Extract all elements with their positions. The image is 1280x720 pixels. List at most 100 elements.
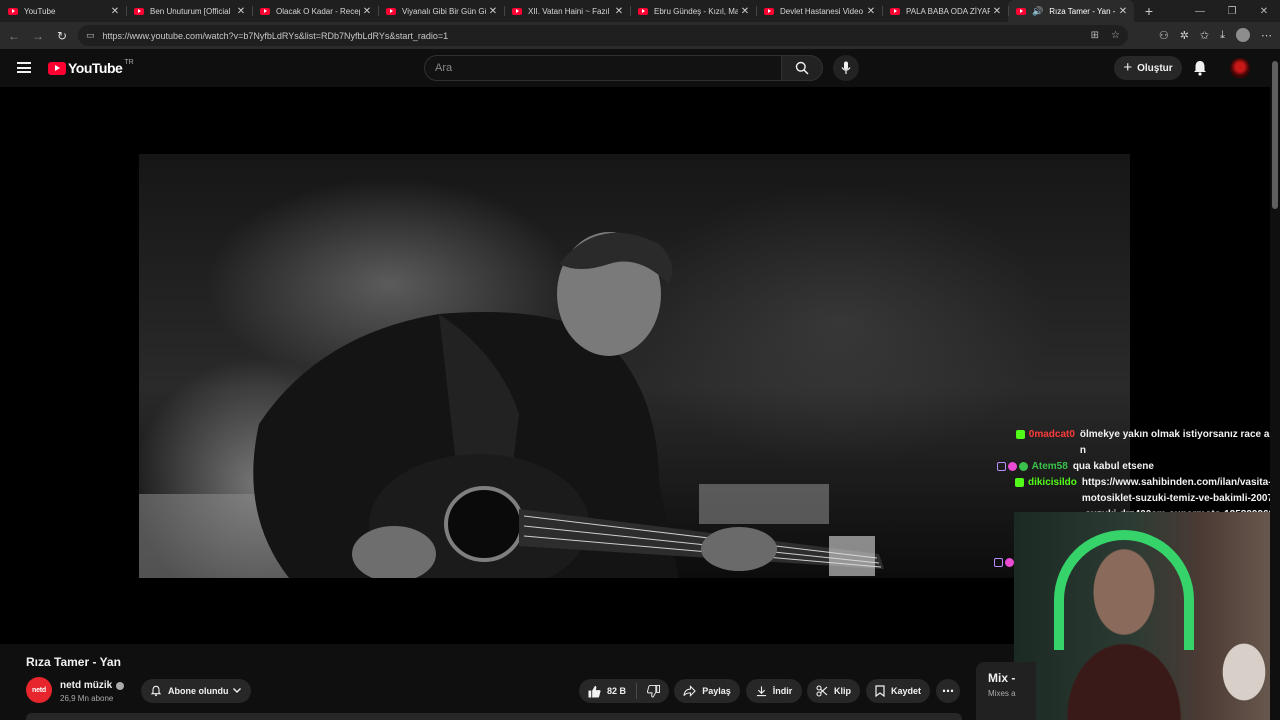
clip-label: Klip (834, 686, 851, 696)
chat-username[interactable]: 0madcat0 (1029, 427, 1075, 459)
subscribed-label: Abone olundu (168, 686, 229, 696)
browser-tab[interactable]: Ben Unuturum [Official ✕ (126, 0, 252, 22)
mix-subtitle: Mixes a (988, 689, 1016, 698)
browser-profile-avatar[interactable] (1236, 28, 1250, 42)
reload-icon[interactable]: ↻ (50, 29, 74, 43)
bookmark-icon (875, 685, 885, 697)
youtube-favicon-icon (1016, 7, 1026, 15)
tab-close-icon[interactable]: ✕ (990, 6, 1004, 17)
extensions-puzzle-icon[interactable]: ✲ (1180, 29, 1189, 42)
og-badge-icon (1018, 462, 1028, 471)
browser-tab[interactable]: YouTube ✕ (0, 0, 126, 22)
tab-close-icon[interactable]: ✕ (486, 6, 500, 17)
save-label: Kaydet (890, 686, 921, 696)
tab-close-icon[interactable]: ✕ (234, 6, 248, 17)
tab-close-icon[interactable]: ✕ (108, 6, 122, 17)
guide-menu-icon[interactable] (17, 62, 31, 73)
voice-search-button[interactable] (833, 55, 859, 81)
youtube-favicon-icon (890, 7, 900, 15)
tab-close-icon[interactable]: ✕ (612, 6, 626, 17)
speaker-icon[interactable]: 🔊 (1032, 6, 1043, 17)
channel-name[interactable]: netd müzik (60, 680, 125, 691)
site-info-icon[interactable]: ▭ (86, 30, 95, 41)
channel-name-text[interactable]: netd müzik (60, 680, 112, 691)
dislike-button[interactable] (647, 684, 660, 698)
back-icon[interactable]: ← (2, 29, 26, 43)
browser-tab[interactable]: Viyanalı Gibi Bir Gün Gü ✕ (378, 0, 504, 22)
mix-playlist-panel[interactable]: Mix - Mixes a (976, 662, 1036, 720)
browser-tab[interactable]: 🔊 Rıza Tamer - Yan - ✕ (1008, 0, 1134, 22)
tab-list: YouTube ✕ Ben Unuturum [Official ✕ Olacak O … (0, 0, 1134, 22)
browser-tab[interactable]: Olacak O Kadar - Recep ✕ (252, 0, 378, 22)
headset-shape (1054, 530, 1194, 650)
forward-icon[interactable]: → (26, 29, 50, 43)
chat-message: Atem58 qua kabul etsene (945, 459, 1275, 475)
microphone-icon (841, 61, 851, 74)
tab-title: XII. Vatan Haini ~ Fazıl (528, 6, 610, 16)
youtube-favicon-icon (638, 7, 648, 15)
more-actions-button[interactable]: ⋯ (936, 679, 960, 703)
tab-title: PALA BABA ODA ZİYAR (906, 6, 990, 16)
new-tab-button[interactable]: + (1138, 3, 1160, 19)
plus-icon: + (1123, 58, 1133, 76)
account-avatar[interactable] (1230, 58, 1250, 78)
chevron-down-icon (233, 688, 241, 693)
tab-close-icon[interactable]: ✕ (738, 6, 752, 17)
screen: YouTube ✕ Ben Unuturum [Official ✕ Olacak O … (0, 0, 1280, 720)
youtube-masthead: YouTube TR Ara + Oluştur (0, 49, 1280, 87)
youtube-logo[interactable]: YouTube TR (48, 59, 134, 76)
search-button[interactable] (781, 55, 823, 81)
like-divider (636, 683, 637, 699)
browser-tab-strip: YouTube ✕ Ben Unuturum [Official ✕ Olacak O … (0, 0, 1280, 22)
gift-badge-icon (1007, 462, 1017, 471)
streamer-webcam-overlay (1014, 512, 1280, 720)
restore-icon[interactable]: ❐ (1216, 6, 1248, 17)
browser-tab[interactable]: Devlet Hastanesi Video ✕ (756, 0, 882, 22)
tab-close-icon[interactable]: ✕ (360, 6, 374, 17)
search-icon (795, 61, 809, 75)
notifications-bell-icon[interactable] (1191, 59, 1209, 77)
mix-title: Mix - (988, 671, 1016, 685)
share-label: Paylaş (702, 686, 731, 696)
youtube-favicon-icon (8, 7, 18, 15)
tab-title: Devlet Hastanesi Video (780, 6, 864, 16)
favorites-icon[interactable]: ✩ (1200, 29, 1209, 42)
download-button[interactable]: İndir (746, 679, 802, 703)
close-window-icon[interactable]: ✕ (1248, 6, 1280, 17)
thumbs-up-icon (588, 685, 601, 698)
address-bar[interactable]: ▭ https://www.youtube.com/watch?v=b7Nyfb… (78, 25, 1128, 46)
like-button[interactable]: 82 B (588, 685, 626, 698)
youtube-favicon-icon (512, 7, 522, 15)
k-badge-icon (1014, 478, 1024, 487)
share-button[interactable]: Paylaş (674, 679, 740, 703)
chat-badges (945, 459, 1032, 475)
browser-tab[interactable]: XII. Vatan Haini ~ Fazıl ✕ (504, 0, 630, 22)
youtube-wordmark: YouTube (68, 60, 123, 76)
sub-badge-icon (993, 558, 1003, 567)
create-button[interactable]: + Oluştur (1114, 56, 1182, 80)
page-scrollbar[interactable] (1270, 49, 1280, 720)
description-box[interactable] (26, 713, 962, 720)
extension-icon[interactable]: ⚇ (1159, 29, 1169, 42)
chat-username[interactable]: Atem58 (1032, 459, 1068, 475)
browser-tab[interactable]: Ebru Gündeş - Kızıl, Mar ✕ (630, 0, 756, 22)
minimize-icon[interactable]: — (1184, 6, 1216, 17)
share-arrow-icon (683, 685, 697, 697)
youtube-favicon-icon (260, 7, 270, 15)
gift-badge-icon (1004, 558, 1014, 567)
tab-close-icon[interactable]: ✕ (864, 6, 878, 17)
subscribed-button[interactable]: Abone olundu (141, 679, 251, 703)
browser-tab[interactable]: PALA BABA ODA ZİYAR ✕ (882, 0, 1008, 22)
verified-check-icon (116, 681, 125, 690)
browser-menu-icon[interactable]: ⋯ (1261, 29, 1272, 42)
scrollbar-thumb[interactable] (1272, 61, 1278, 209)
youtube-favicon-icon (386, 7, 396, 15)
downloads-icon[interactable]: ⤓ (1220, 29, 1225, 42)
save-button[interactable]: Kaydet (866, 679, 930, 703)
search-input[interactable]: Ara (424, 55, 782, 81)
app-available-icon[interactable]: ⊞ (1091, 30, 1099, 41)
clip-button[interactable]: Klip (807, 679, 860, 703)
channel-avatar[interactable]: netd (26, 677, 52, 703)
favorite-star-icon[interactable]: ☆ (1111, 30, 1120, 41)
tab-close-icon[interactable]: ✕ (1116, 6, 1130, 17)
